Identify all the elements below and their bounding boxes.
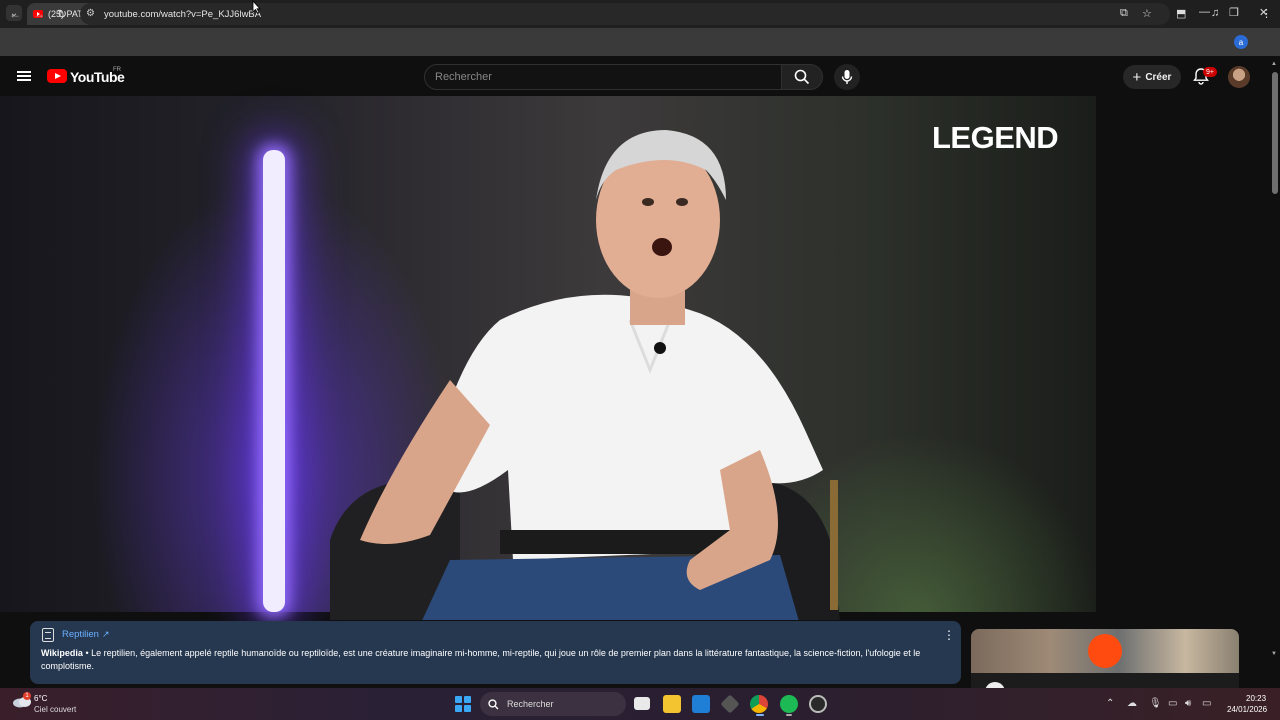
clock-date[interactable]: 24/01/2026: [1227, 705, 1267, 714]
info-description: • Le reptilien, également appelé reptile…: [41, 648, 921, 671]
search-button[interactable]: [781, 64, 823, 90]
browser-menu-icon[interactable]: ⋮: [1261, 7, 1272, 20]
browser-profile-avatar[interactable]: a: [1234, 35, 1248, 49]
chrome-icon[interactable]: [750, 695, 768, 713]
account-avatar[interactable]: [1228, 66, 1250, 88]
search-box[interactable]: [424, 64, 782, 90]
scrollbar-thumb[interactable]: [1272, 72, 1278, 194]
onedrive-icon[interactable]: ☁: [1127, 698, 1137, 709]
thumbnail-graphic: [1088, 634, 1122, 668]
scroll-up-arrow-icon[interactable]: ▲: [1271, 61, 1277, 67]
neon-light-tube: [263, 150, 285, 612]
install-app-icon[interactable]: ⧉: [1120, 7, 1128, 20]
url-text[interactable]: youtube.com/watch?v=Pe_KJJ6lwBA: [104, 9, 261, 20]
speaker-person-image: [330, 130, 840, 620]
search-icon: [488, 698, 499, 709]
info-panel-text: Wikipedia • Le reptilien, également appe…: [41, 647, 951, 673]
bookmark-star-icon[interactable]: ☆: [1142, 7, 1152, 20]
notification-count-badge: 9+: [1203, 67, 1217, 77]
weather-temperature[interactable]: 6°C: [34, 694, 47, 703]
battery-icon[interactable]: ▭: [1202, 698, 1211, 709]
voice-search-button[interactable]: [834, 64, 860, 90]
tray-chevron-up-icon[interactable]: ⌃: [1106, 698, 1114, 709]
clock-time[interactable]: 20:23: [1246, 694, 1266, 703]
info-source: Wikipedia: [41, 648, 83, 658]
site-info-icon[interactable]: ⚙: [86, 8, 95, 19]
search-icon: [794, 69, 810, 85]
network-icon[interactable]: ▭: [1168, 698, 1177, 709]
microphone-icon: [841, 70, 853, 84]
channel-watermark: LEGEND: [932, 120, 1059, 155]
create-button[interactable]: + Créer: [1123, 65, 1181, 89]
info-panel-title[interactable]: Reptilien ↗: [62, 629, 110, 640]
mouse-cursor-icon: [252, 0, 261, 14]
weather-alert-badge: 1: [23, 692, 31, 700]
steam-icon[interactable]: [809, 695, 827, 713]
outlook-icon[interactable]: [692, 695, 710, 713]
maximize-button[interactable]: ❐: [1229, 6, 1239, 19]
weather-description[interactable]: Ciel couvert: [34, 705, 76, 714]
volume-icon[interactable]: 🔊︎: [1185, 698, 1191, 709]
spotify-running-indicator: [786, 714, 792, 716]
search-input[interactable]: [425, 65, 781, 89]
microphone-tray-icon[interactable]: 🎙︎: [1149, 698, 1162, 709]
minimize-button[interactable]: —: [1199, 6, 1210, 18]
article-icon: [42, 628, 54, 642]
extensions-icon[interactable]: ⬒: [1176, 7, 1186, 20]
scroll-down-arrow-icon[interactable]: ▼: [1271, 651, 1277, 657]
youtube-logo-icon[interactable]: [47, 69, 67, 83]
chrome-active-indicator: [756, 714, 764, 716]
file-explorer-icon[interactable]: [663, 695, 681, 713]
browser-toolbar: [0, 28, 1280, 56]
plus-icon: +: [1132, 68, 1142, 86]
right-sidebar: [1096, 96, 1270, 612]
info-title-text[interactable]: Reptilien: [62, 629, 99, 640]
taskbar-search-label: Rechercher: [507, 699, 554, 709]
info-panel-menu-icon[interactable]: ⋮: [943, 628, 955, 642]
task-view-icon[interactable]: [634, 697, 650, 710]
external-link-icon[interactable]: ↗: [102, 629, 110, 639]
back-arrow-icon[interactable]: ←: [9, 7, 21, 21]
hamburger-menu-icon[interactable]: [17, 71, 31, 81]
reload-icon[interactable]: ↻: [57, 7, 67, 21]
media-control-icon[interactable]: ♫: [1211, 7, 1219, 19]
forward-arrow-icon[interactable]: →: [33, 7, 45, 21]
region-code: FR: [113, 67, 121, 73]
spotify-icon[interactable]: [780, 695, 798, 713]
taskbar-search[interactable]: Rechercher: [480, 692, 626, 716]
create-label: Créer: [1145, 71, 1172, 83]
windows-start-icon[interactable]: [455, 696, 471, 712]
